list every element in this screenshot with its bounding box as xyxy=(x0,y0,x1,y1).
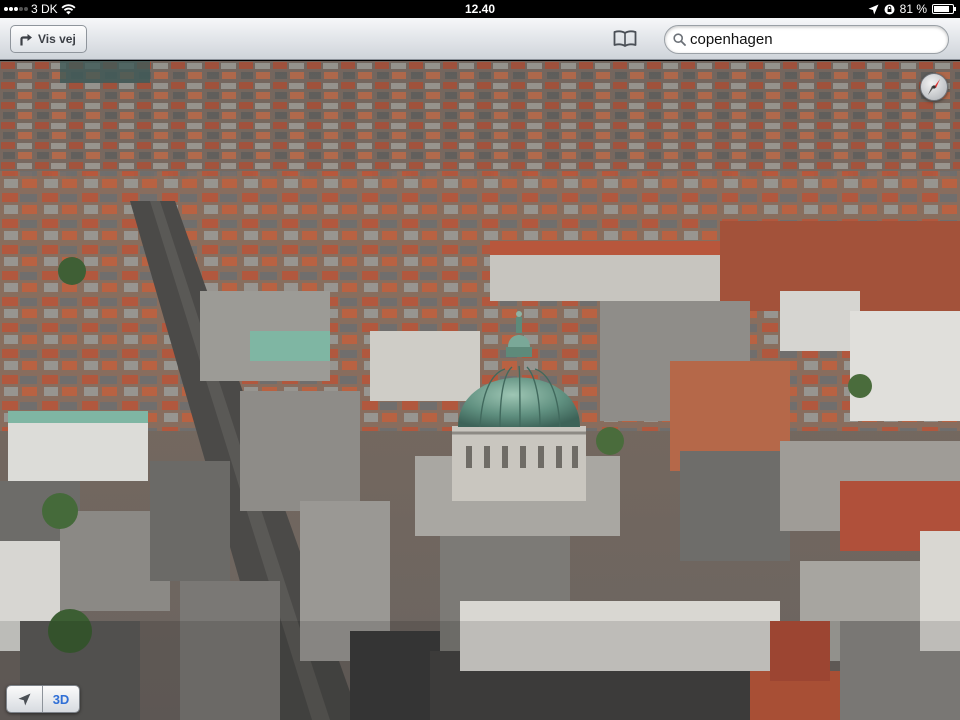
battery-percentage: 81 % xyxy=(899,2,927,16)
compass-button[interactable] xyxy=(920,73,948,101)
flyover-map-imagery xyxy=(0,61,960,720)
location-arrow-icon xyxy=(18,693,31,705)
directions-button-label: Vis vej xyxy=(38,32,76,46)
3d-toggle-button[interactable]: 3D xyxy=(43,686,79,712)
locate-me-button[interactable] xyxy=(7,686,43,712)
clock: 12.40 xyxy=(464,2,496,16)
rotation-lock-icon xyxy=(884,4,895,14)
map-controls: 3D xyxy=(6,685,80,713)
search-input[interactable] xyxy=(690,31,930,48)
compass-icon xyxy=(928,79,940,95)
maps-toolbar: Vis vej xyxy=(0,18,960,60)
status-bar: 3 DK 12.40 81 % xyxy=(0,0,960,18)
location-services-icon xyxy=(868,4,879,14)
battery-icon xyxy=(932,4,956,14)
status-right: 81 % xyxy=(868,0,956,18)
search-icon xyxy=(673,33,686,46)
search-field[interactable] xyxy=(664,25,949,54)
map-view[interactable] xyxy=(0,61,960,720)
directions-button[interactable]: Vis vej xyxy=(10,25,87,53)
battery-level-fill xyxy=(934,6,949,12)
turn-right-arrow-icon xyxy=(20,33,32,45)
bookmarks-button[interactable] xyxy=(612,27,638,49)
open-book-icon xyxy=(613,30,637,47)
